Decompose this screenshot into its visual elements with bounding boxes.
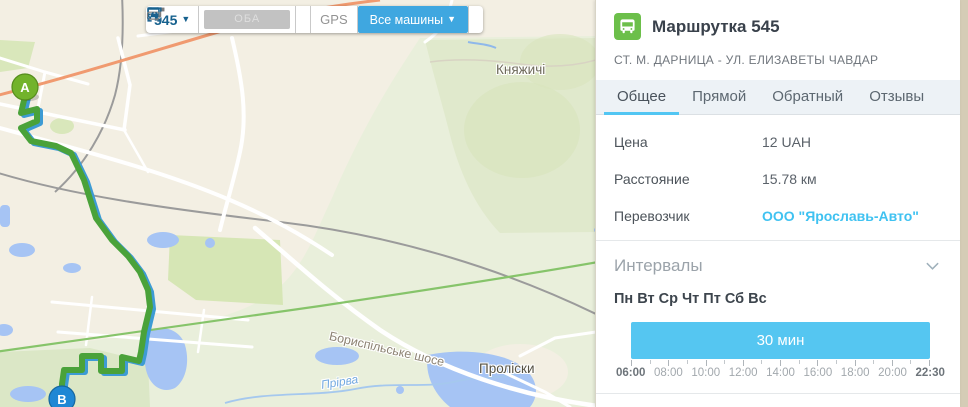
both-directions-toggle[interactable]: ОБА (199, 6, 295, 33)
time-label: 10:00 (691, 367, 720, 379)
route-info-panel: Маршрутка 545 СТ. М. ДАРНИЦА - УЛ. ЕЛИЗА… (595, 0, 960, 407)
field-value: 12 UAH (762, 134, 942, 150)
tab-reviews[interactable]: Отзывы (856, 80, 937, 115)
time-label: 18:00 (841, 367, 870, 379)
route-details: Цена 12 UAH Расстояние 15.78 км Перевозч… (596, 115, 960, 236)
map-toolbar: 545 ▼ ОБА GPS Все машины ▼ (146, 6, 483, 33)
field-price: Цена 12 UAH (614, 123, 942, 160)
service-days: Пн Вт Ср Чт Пт Сб Вс (596, 276, 960, 307)
marker-a-letter: A (20, 80, 30, 95)
chevron-down-icon: ▼ (181, 15, 190, 24)
panel-header: Маршрутка 545 СТ. М. ДАРНИЦА - УЛ. ЕЛИЗА… (596, 0, 960, 67)
map-canvas[interactable]: A B Княжичі Бориспільське шосе Проліски … (0, 0, 596, 407)
interval-bar: 30 мин (631, 322, 930, 359)
tab-general[interactable]: Общее (604, 80, 679, 115)
time-label: 14:00 (766, 367, 795, 379)
time-label: 22:30 (916, 367, 945, 379)
time-label: 20:00 (878, 367, 907, 379)
page-title: Маршрутка 545 (652, 17, 780, 37)
field-label: Цена (614, 134, 762, 150)
time-label: 12:00 (729, 367, 758, 379)
carrier-link[interactable]: ООО "Ярославь-Авто" (762, 208, 942, 224)
gps-button[interactable]: GPS (311, 6, 356, 33)
marker-b-letter: B (57, 392, 66, 407)
panel-tabs: Общее Прямой Обратный Отзывы (596, 80, 960, 115)
all-vehicles-dropdown[interactable]: Все машины ▼ (358, 6, 468, 33)
timeline-labels: 06:00 08:00 10:00 12:00 14:00 16:00 18:0… (616, 367, 945, 379)
chevron-down-icon (925, 261, 940, 271)
tab-forward[interactable]: Прямой (679, 80, 759, 115)
field-label: Перевозчик (614, 208, 762, 224)
field-carrier: Перевозчик ООО "Ярославь-Авто" (614, 197, 942, 234)
vehicle-tracker-button[interactable] (296, 6, 310, 33)
tab-backward[interactable]: Обратный (759, 80, 856, 115)
intervals-section-header[interactable]: Интервалы (596, 241, 960, 276)
map-label-town: Княжичі (496, 62, 545, 77)
field-value: 15.78 км (762, 171, 942, 187)
intervals-heading: Интервалы (614, 256, 703, 276)
route-endpoints: СТ. М. ДАРНИЦА - УЛ. ЕЛИЗАВЕТЫ ЧАВДАР (614, 53, 942, 67)
time-label: 08:00 (654, 367, 683, 379)
chevron-down-icon: ▼ (447, 15, 456, 24)
gps-label: GPS (320, 12, 347, 27)
route-type-badge (614, 13, 641, 40)
interval-timeline: 30 мин 06:00 08:00 10:00 12:00 14:00 16:… (631, 322, 930, 379)
both-directions-label: ОБА (204, 10, 290, 29)
time-label: 16:00 (803, 367, 832, 379)
route-end-marker[interactable]: B (49, 386, 75, 407)
field-label: Расстояние (614, 171, 762, 187)
map-label-village: Проліски (479, 361, 535, 376)
expand-icon (146, 6, 163, 23)
time-label: 06:00 (616, 367, 645, 379)
route-start-marker[interactable]: A (12, 74, 39, 101)
all-vehicles-label: Все машины (370, 13, 443, 27)
bus-icon (619, 18, 636, 35)
fit-route-button[interactable] (469, 6, 483, 33)
section-divider (596, 393, 960, 394)
timeline-ticks (631, 359, 930, 366)
field-distance: Расстояние 15.78 км (614, 160, 942, 197)
